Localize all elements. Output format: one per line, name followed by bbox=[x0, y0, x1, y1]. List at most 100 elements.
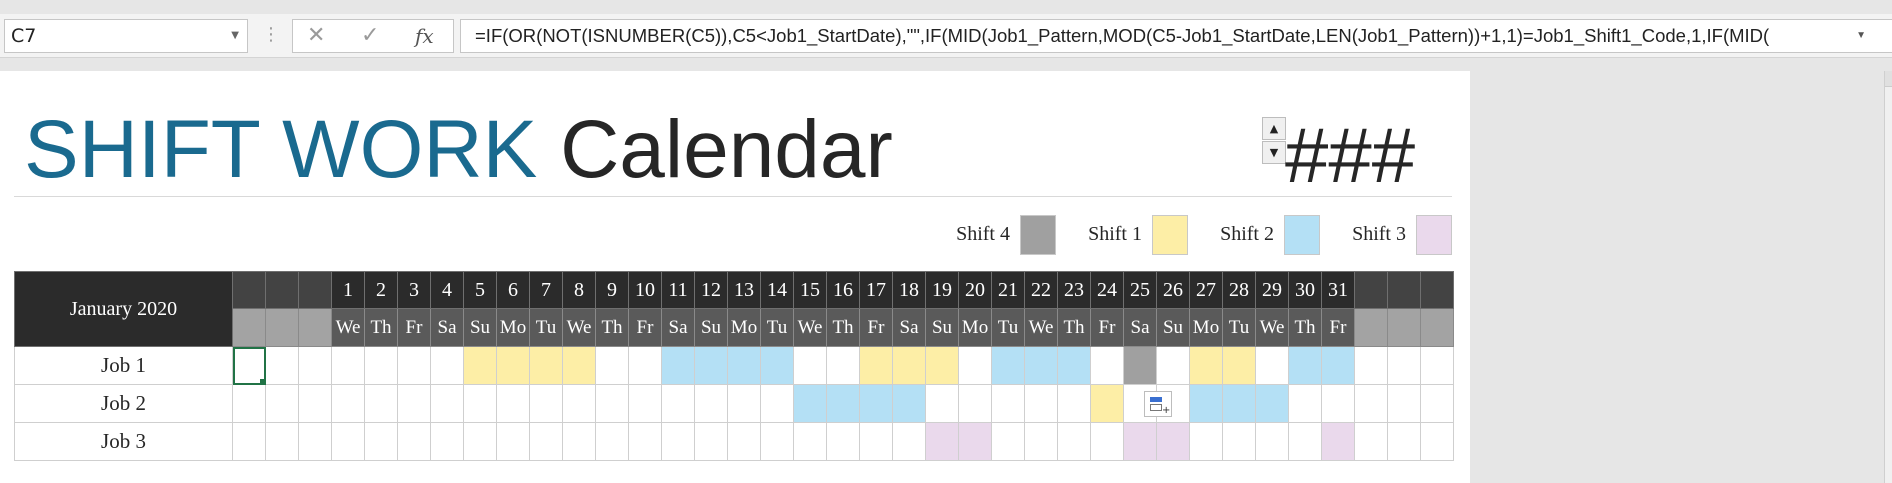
shift-cell[interactable] bbox=[463, 346, 497, 385]
shift-cell[interactable] bbox=[529, 384, 563, 423]
shift-cell[interactable] bbox=[694, 384, 728, 423]
checkmark-icon[interactable]: ✓ bbox=[361, 24, 379, 48]
weekday-cell[interactable]: Sa bbox=[892, 308, 926, 347]
shift-cell[interactable] bbox=[727, 384, 761, 423]
day-number-cell[interactable]: 1 bbox=[331, 271, 365, 309]
shift-cell[interactable] bbox=[232, 384, 266, 423]
shift-cell[interactable] bbox=[1189, 422, 1223, 461]
day-number-cell[interactable]: 31 bbox=[1321, 271, 1355, 309]
quick-analysis-icon[interactable]: + bbox=[1144, 391, 1172, 417]
spin-down-button[interactable]: ▼ bbox=[1262, 141, 1286, 164]
shift-cell[interactable] bbox=[298, 384, 332, 423]
shift-cell[interactable] bbox=[1354, 346, 1388, 385]
shift-cell[interactable] bbox=[397, 346, 431, 385]
shift-cell[interactable] bbox=[859, 346, 893, 385]
shift-cell[interactable] bbox=[331, 384, 365, 423]
shift-cell[interactable] bbox=[364, 422, 398, 461]
shift-cell[interactable] bbox=[859, 384, 893, 423]
weekday-header-empty[interactable] bbox=[298, 308, 332, 347]
weekday-cell[interactable]: We bbox=[1024, 308, 1058, 347]
day-number-cell[interactable]: 7 bbox=[529, 271, 563, 309]
shift-cell[interactable] bbox=[1387, 422, 1421, 461]
chevron-down-icon[interactable]: ▼ bbox=[231, 20, 239, 52]
weekday-cell[interactable]: We bbox=[562, 308, 596, 347]
day-number-cell[interactable]: 14 bbox=[760, 271, 794, 309]
weekday-cell[interactable]: Sa bbox=[661, 308, 695, 347]
shift-cell[interactable] bbox=[958, 422, 992, 461]
shift-cell[interactable] bbox=[496, 384, 530, 423]
day-number-cell[interactable]: 5 bbox=[463, 271, 497, 309]
shift-cell[interactable] bbox=[397, 422, 431, 461]
shift-cell[interactable] bbox=[298, 422, 332, 461]
shift-cell[interactable] bbox=[1420, 384, 1454, 423]
shift-cell[interactable] bbox=[1024, 346, 1058, 385]
shift-cell[interactable] bbox=[1321, 422, 1355, 461]
shift-cell[interactable] bbox=[1354, 384, 1388, 423]
shift-cell[interactable] bbox=[628, 346, 662, 385]
day-number-cell[interactable]: 10 bbox=[628, 271, 662, 309]
shift-cell[interactable] bbox=[958, 346, 992, 385]
shift-cell[interactable] bbox=[1288, 384, 1322, 423]
formula-input[interactable]: =IF(OR(NOT(ISNUMBER(C5)),C5<Job1_StartDa… bbox=[460, 19, 1892, 53]
weekday-header-empty[interactable] bbox=[1354, 308, 1388, 347]
shift-cell[interactable] bbox=[694, 422, 728, 461]
day-number-cell[interactable]: 9 bbox=[595, 271, 629, 309]
shift-cell[interactable] bbox=[562, 346, 596, 385]
shift-cell[interactable] bbox=[496, 422, 530, 461]
weekday-cell[interactable]: Mo bbox=[1189, 308, 1223, 347]
day-number-cell[interactable]: 6 bbox=[496, 271, 530, 309]
weekday-cell[interactable]: Fr bbox=[397, 308, 431, 347]
shift-cell[interactable] bbox=[925, 422, 959, 461]
shift-cell[interactable] bbox=[1057, 384, 1091, 423]
weekday-cell[interactable]: We bbox=[331, 308, 365, 347]
weekday-cell[interactable]: We bbox=[1255, 308, 1289, 347]
day-number-cell[interactable]: 22 bbox=[1024, 271, 1058, 309]
shift-cell[interactable] bbox=[496, 346, 530, 385]
weekday-cell[interactable]: Th bbox=[595, 308, 629, 347]
weekday-cell[interactable]: Fr bbox=[1321, 308, 1355, 347]
day-number-cell[interactable]: 2 bbox=[364, 271, 398, 309]
day-header-empty[interactable] bbox=[1387, 271, 1421, 309]
shift-cell[interactable] bbox=[595, 346, 629, 385]
shift-cell[interactable] bbox=[331, 422, 365, 461]
scroll-up-button[interactable] bbox=[1885, 71, 1892, 87]
shift-cell[interactable] bbox=[595, 384, 629, 423]
shift-cell[interactable] bbox=[1321, 346, 1355, 385]
shift-cell[interactable] bbox=[562, 384, 596, 423]
day-number-cell[interactable]: 3 bbox=[397, 271, 431, 309]
weekday-cell[interactable]: Th bbox=[1288, 308, 1322, 347]
shift-cell[interactable] bbox=[760, 384, 794, 423]
shift-cell[interactable] bbox=[529, 422, 563, 461]
weekday-cell[interactable]: Tu bbox=[760, 308, 794, 347]
day-number-cell[interactable]: 26 bbox=[1156, 271, 1190, 309]
shift-cell[interactable] bbox=[1255, 346, 1289, 385]
month-label[interactable]: January 2020 bbox=[14, 271, 233, 347]
day-number-cell[interactable]: 8 bbox=[562, 271, 596, 309]
day-number-cell[interactable]: 21 bbox=[991, 271, 1025, 309]
name-box[interactable]: C7 ▼ bbox=[4, 19, 248, 53]
shift-cell[interactable] bbox=[1090, 384, 1124, 423]
day-number-cell[interactable]: 27 bbox=[1189, 271, 1223, 309]
weekday-cell[interactable]: Tu bbox=[529, 308, 563, 347]
weekday-cell[interactable]: Fr bbox=[628, 308, 662, 347]
weekday-cell[interactable]: Sa bbox=[1123, 308, 1157, 347]
shift-cell[interactable] bbox=[529, 346, 563, 385]
shift-cell[interactable] bbox=[364, 384, 398, 423]
shift-cell[interactable] bbox=[793, 422, 827, 461]
shift-cell[interactable] bbox=[1387, 384, 1421, 423]
weekday-cell[interactable]: Th bbox=[364, 308, 398, 347]
day-number-cell[interactable]: 25 bbox=[1123, 271, 1157, 309]
weekday-cell[interactable]: Fr bbox=[859, 308, 893, 347]
close-icon[interactable]: ✕ bbox=[307, 24, 325, 48]
shift-cell[interactable] bbox=[727, 422, 761, 461]
weekday-cell[interactable]: Th bbox=[826, 308, 860, 347]
shift-cell[interactable] bbox=[1288, 422, 1322, 461]
shift-cell[interactable] bbox=[265, 346, 299, 385]
shift-cell[interactable] bbox=[1156, 422, 1190, 461]
shift-cell[interactable] bbox=[826, 384, 860, 423]
day-header-empty[interactable] bbox=[265, 271, 299, 309]
shift-cell[interactable] bbox=[793, 346, 827, 385]
shift-cell[interactable] bbox=[265, 384, 299, 423]
shift-cell[interactable] bbox=[1189, 346, 1223, 385]
shift-cell[interactable] bbox=[760, 346, 794, 385]
